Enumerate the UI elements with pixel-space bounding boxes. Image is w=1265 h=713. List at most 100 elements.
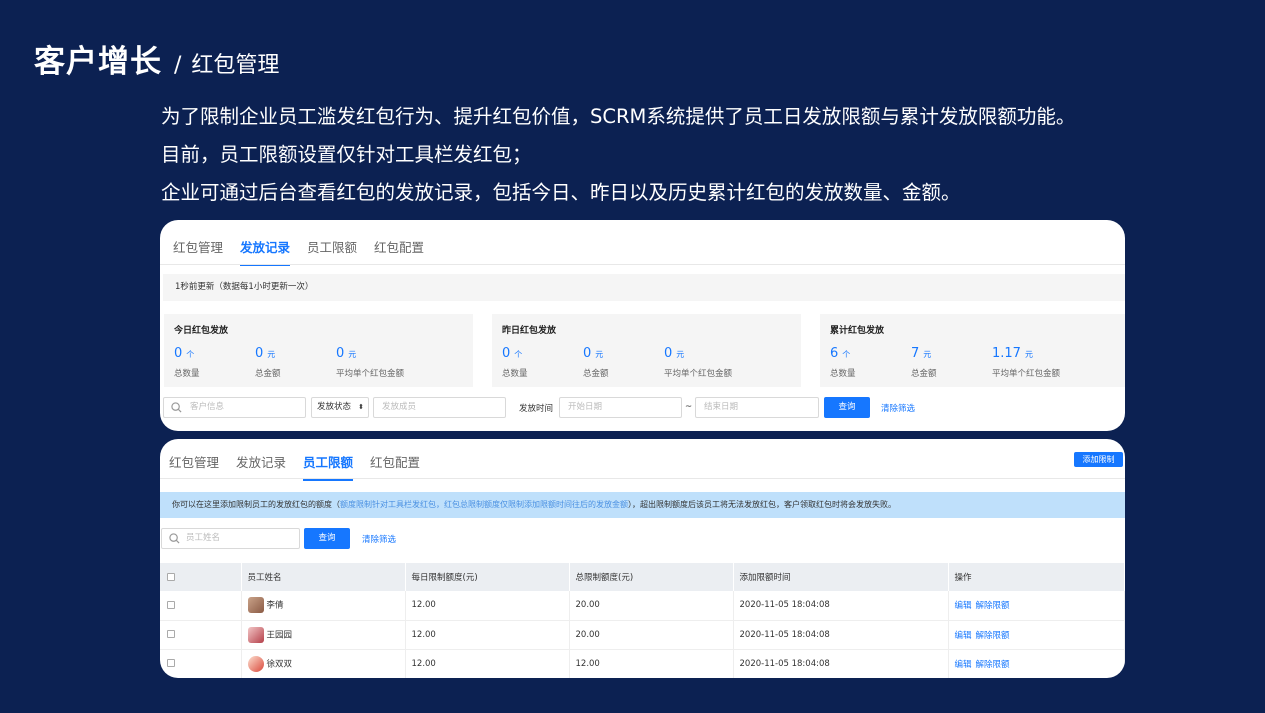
- staff-limit-table: 员工姓名 每日限制额度(元) 总限制额度(元) 添加限额时间 操作 李倩 12.…: [160, 563, 1125, 678]
- edit-link[interactable]: 编辑: [955, 601, 972, 611]
- tab-redpacket-manage[interactable]: 红包管理: [173, 237, 223, 266]
- stat-unit: 个: [514, 350, 523, 359]
- column-header: 操作: [948, 563, 1125, 591]
- avatar: [247, 655, 264, 672]
- stat-title: 今日红包发放: [174, 326, 229, 336]
- row-checkbox-cell: [160, 591, 242, 621]
- end-date-placeholder: 结束日期: [704, 402, 739, 412]
- row-checkbox[interactable]: [167, 630, 175, 638]
- stat-total: 累计红包发放 6 个总数量 7 元总金额 1.17 元平均单个红包金额: [820, 314, 1125, 387]
- tab-redpacket-manage[interactable]: 红包管理: [169, 452, 219, 481]
- stat-avg: 0: [664, 346, 673, 361]
- daily-limit-cell: 12.00: [405, 591, 570, 621]
- tab-staff-limit[interactable]: 员工限额: [307, 237, 357, 266]
- tab-send-record[interactable]: 发放记录: [240, 237, 291, 266]
- notice-text: ），超出限制额度后该员工将无法发放红包，客户领取红包时将会发放失败。: [628, 500, 896, 509]
- stat-label: 总数量: [502, 369, 528, 379]
- page-header: 客户增长 / 红包管理: [34, 36, 279, 81]
- stat-unit: 元: [595, 350, 604, 359]
- remove-limit-link[interactable]: 解除限额: [976, 631, 1010, 641]
- tab-staff-limit[interactable]: 员工限额: [303, 452, 354, 481]
- tab-redpacket-config[interactable]: 红包配置: [370, 452, 420, 481]
- start-date-placeholder: 开始日期: [568, 402, 603, 412]
- staff-name-input[interactable]: 员工姓名: [161, 528, 300, 549]
- operations-cell: 编辑 解除限额: [948, 620, 1125, 650]
- stat-label: 总金额: [911, 369, 937, 379]
- intro-line: 目前，员工限额设置仅针对工具栏发红包；: [161, 143, 532, 166]
- tab-divider: [160, 478, 1125, 479]
- page-title: 客户增长: [34, 44, 162, 80]
- add-time-cell: 2020-11-05 18:04:08: [733, 591, 949, 621]
- total-limit-cell: 20.00: [569, 591, 734, 621]
- stat-count: 0: [174, 346, 183, 361]
- staff-name: 王园园: [266, 630, 293, 640]
- page-subtitle: 红包管理: [191, 53, 280, 78]
- table-row: 徐双双 12.00 12.00 2020-11-05 18:04:08 编辑 解除…: [160, 649, 1125, 678]
- customer-info-placeholder: 客户信息: [190, 402, 225, 412]
- stat-unit: 元: [1024, 350, 1033, 359]
- stat-unit: 元: [923, 350, 932, 359]
- avatar: [247, 597, 264, 614]
- staff-name-cell: 李倩: [241, 591, 406, 621]
- end-date-input[interactable]: 结束日期: [695, 397, 819, 418]
- column-header: 每日限制额度(元): [405, 563, 570, 591]
- add-time-cell: 2020-11-05 18:04:08: [733, 620, 949, 650]
- remove-limit-link[interactable]: 解除限额: [976, 601, 1010, 611]
- select-all-checkbox[interactable]: [167, 572, 175, 581]
- info-notice: 你可以在这里添加限制员工的发放红包的额度（额度限制针对工具栏发红包，红包总限制额…: [160, 492, 1125, 518]
- query-button[interactable]: 查询: [304, 528, 350, 549]
- stat-title: 累计红包发放: [830, 326, 885, 336]
- edit-link[interactable]: 编辑: [955, 631, 972, 641]
- send-time-label: 发放时间: [519, 404, 554, 414]
- tab-divider: [160, 264, 1125, 265]
- stat-count: 0: [502, 346, 511, 361]
- query-button[interactable]: 查询: [824, 397, 870, 418]
- intro-line: 企业可通过后台查看红包的发放记录，包括今日、昨日以及历史累计红包的发放数量、金额…: [161, 181, 961, 204]
- table-row: 王园园 12.00 20.00 2020-11-05 18:04:08 编辑 解除…: [160, 620, 1125, 650]
- stat-unit: 元: [267, 350, 276, 359]
- remove-limit-link[interactable]: 解除限额: [976, 660, 1010, 670]
- stat-amount: 7: [911, 346, 920, 361]
- tab-redpacket-config[interactable]: 红包配置: [374, 237, 424, 266]
- row-checkbox[interactable]: [167, 600, 175, 609]
- clear-filter-link[interactable]: 清除筛选: [362, 533, 396, 545]
- search-icon: [169, 533, 180, 544]
- staff-name-cell: 徐双双: [241, 649, 406, 678]
- operations-cell: 编辑 解除限额: [948, 591, 1125, 621]
- notice-highlight: 额度限制针对工具栏发红包，红包总限制额度仅限制添加限额时间往后的发放金额: [340, 500, 628, 509]
- send-status-select[interactable]: 发放状态 ⬍: [311, 397, 369, 418]
- staff-name: 徐双双: [266, 659, 293, 669]
- title-separator: /: [174, 53, 182, 78]
- row-checkbox-cell: [160, 620, 242, 650]
- tab-send-record[interactable]: 发放记录: [236, 452, 286, 481]
- column-header: 员工姓名: [241, 563, 406, 591]
- stat-unit: 个: [842, 350, 851, 359]
- total-limit-cell: 12.00: [569, 649, 734, 678]
- operations-cell: 编辑 解除限额: [948, 649, 1125, 678]
- add-limit-button[interactable]: 添加限制: [1074, 452, 1123, 467]
- row-checkbox-cell: [160, 649, 242, 678]
- staff-name-placeholder: 员工姓名: [186, 533, 221, 543]
- stat-unit: 元: [348, 350, 357, 359]
- stat-yesterday: 昨日红包发放 0 个总数量 0 元总金额 0 元平均单个红包金额: [492, 314, 801, 387]
- sort-caret-icon: ⬍: [358, 403, 364, 411]
- stat-avg: 1.17: [992, 346, 1021, 361]
- customer-info-input[interactable]: 客户信息: [163, 397, 306, 418]
- update-notice: 1秒前更新（数据每1小时更新一次）: [163, 274, 1125, 301]
- intro-line: 为了限制企业员工滥发红包行为、提升红包价值，SCRM系统提供了员工日发放限额与累…: [161, 105, 1076, 128]
- send-member-input[interactable]: 发放成员: [373, 397, 506, 418]
- clear-filter-link[interactable]: 清除筛选: [881, 402, 915, 414]
- stat-label: 总数量: [830, 369, 856, 379]
- tab-bar: 红包管理 发放记录 员工限额 红包配置: [169, 452, 437, 481]
- edit-link[interactable]: 编辑: [955, 660, 972, 670]
- column-header: 总限制额度(元): [569, 563, 734, 591]
- intro-text: 为了限制企业员工滥发红包行为、提升红包价值，SCRM系统提供了员工日发放限额与累…: [161, 98, 1075, 212]
- stat-label: 总金额: [583, 369, 609, 379]
- start-date-input[interactable]: 开始日期: [559, 397, 682, 418]
- stat-count: 6: [830, 346, 839, 361]
- staff-limit-panel: 红包管理 发放记录 员工限额 红包配置 添加限制 你可以在这里添加限制员工的发放…: [160, 439, 1125, 678]
- row-checkbox[interactable]: [167, 659, 175, 667]
- stat-title: 昨日红包发放: [502, 326, 557, 336]
- stat-amount: 0: [255, 346, 264, 361]
- stat-today: 今日红包发放 0 个总数量 0 元总金额 0 元平均单个红包金额: [164, 314, 473, 387]
